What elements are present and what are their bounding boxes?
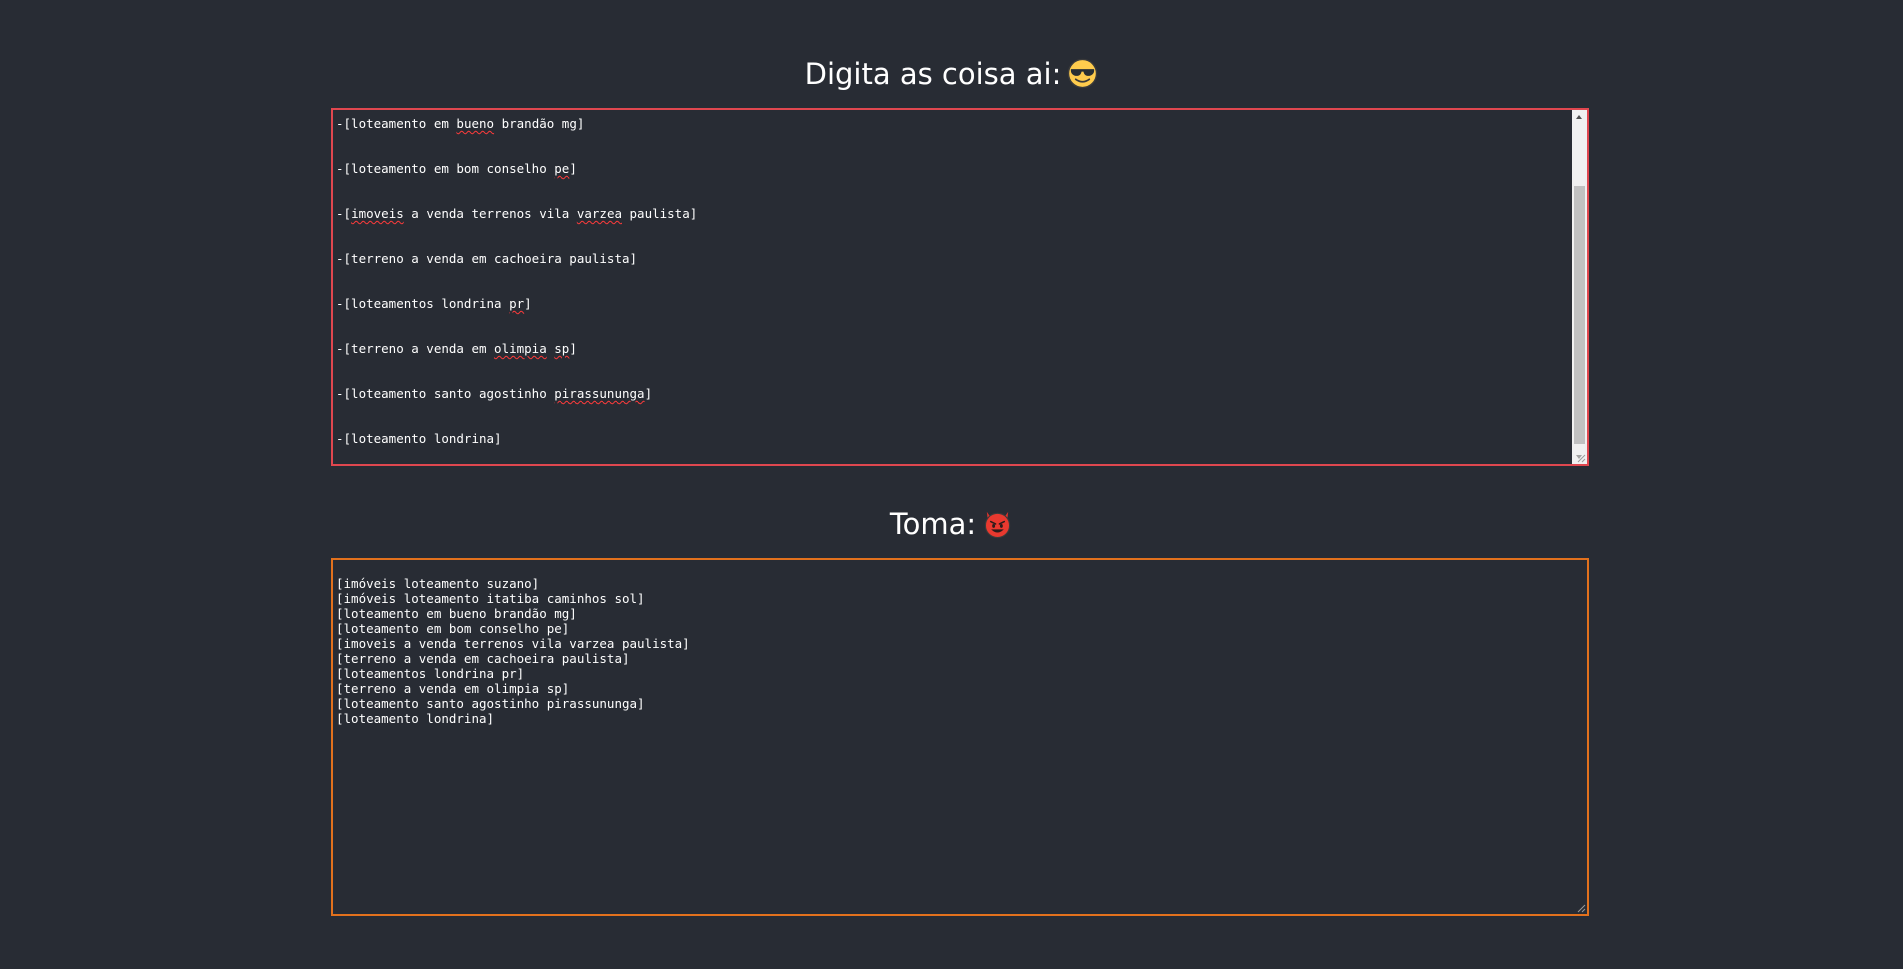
output-text-content[interactable]: [imóveis loteamento suzano] [imóveis lote… (336, 576, 1569, 908)
misspelled-word: pirassununga (554, 386, 645, 401)
scroll-up-arrow-icon[interactable] (1572, 110, 1587, 125)
output-line: [imóveis loteamento suzano] (336, 576, 540, 591)
text-segment: -[loteamento em bom conselho (336, 161, 555, 176)
output-heading: Toma: (0, 506, 1903, 542)
misspelled-word: varzea (576, 206, 622, 221)
text-segment: -[loteamentos londrina (336, 296, 510, 311)
output-line: [loteamento santo agostinho pirassununga… (336, 696, 645, 711)
output-line: [loteamentos londrina pr] (336, 666, 525, 681)
output-line: [imoveis a venda terrenos vila varzea pa… (336, 636, 690, 651)
misspelled-word: pe (554, 161, 570, 176)
input-line: -[loteamento santo agostinho pirassunung… (336, 386, 1569, 431)
text-segment: ] (569, 161, 577, 176)
misspelled-word: pr (509, 296, 525, 311)
text-segment: brandão mg] (494, 116, 585, 131)
input-scrollbar[interactable] (1572, 110, 1587, 464)
input-line: -[loteamentos londrina pr] (336, 296, 1569, 341)
text-segment: -[ (336, 206, 352, 221)
text-segment: paulista] (622, 206, 698, 221)
misspelled-word: olimpia (494, 341, 547, 356)
input-heading-text: Digita as coisa ai: (804, 57, 1062, 91)
input-line: -[loteamento em bueno brandão mg] (336, 116, 1569, 161)
scroll-thumb[interactable] (1574, 186, 1585, 444)
text-segment: -[loteamento em (336, 116, 457, 131)
text-segment: -[terreno a venda em (336, 341, 495, 356)
output-line: [terreno a venda em olimpia sp] (336, 681, 570, 696)
output-line: [loteamento em bom conselho pe] (336, 621, 570, 636)
output-line: [terreno a venda em cachoeira paulista] (336, 651, 630, 666)
output-heading-text: Toma: (889, 507, 977, 541)
text-segment: a venda terrenos vila (403, 206, 577, 221)
input-line: -[loteamento em bom conselho pe] (336, 161, 1569, 206)
input-textarea[interactable]: -[loteamento em bueno brandão mg] -[lotea… (331, 108, 1589, 466)
output-textarea[interactable]: [imóveis loteamento suzano] [imóveis lote… (331, 558, 1589, 916)
misspelled-word: bueno (456, 116, 495, 131)
resize-grip-icon[interactable] (1576, 453, 1586, 463)
misspelled-word: sp (554, 341, 570, 356)
text-segment: -[terreno a venda em cachoeira paulista] (336, 251, 638, 266)
text-segment: ] (644, 386, 653, 401)
output-line: [loteamento em bueno brandão mg] (336, 606, 577, 621)
output-line: [imóveis loteamento itatiba caminhos sol… (336, 591, 645, 606)
smiling-face-with-horns-icon (984, 511, 1011, 539)
input-line: -[loteamento londrina] (336, 431, 1569, 458)
text-segment: ] (524, 296, 532, 311)
misspelled-word: imoveis (351, 206, 404, 221)
text-segment: -[loteamento londrina] (336, 431, 502, 446)
text-segment: ] (569, 341, 577, 356)
output-line: [loteamento londrina] (336, 711, 495, 726)
smiling-face-with-sunglasses-icon (1068, 58, 1098, 89)
text-segment: -[loteamento santo agostinho (336, 386, 555, 401)
input-text-content[interactable]: -[loteamento em bueno brandão mg] -[lotea… (336, 116, 1569, 458)
resize-grip-icon[interactable] (1576, 903, 1586, 913)
input-line: -[imoveis a venda terrenos vila varzea p… (336, 206, 1569, 251)
input-line: -[terreno a venda em olimpia sp] (336, 341, 1569, 386)
input-heading: Digita as coisa ai: (0, 56, 1903, 92)
input-line: -[terreno a venda em cachoeira paulista] (336, 251, 1569, 296)
